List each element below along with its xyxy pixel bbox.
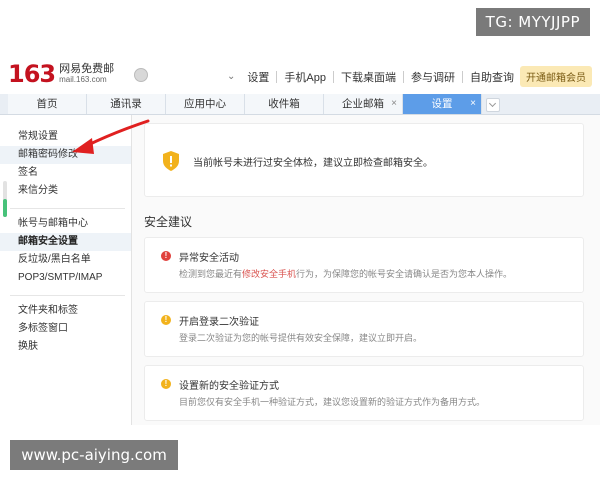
tab-dropdown-icon[interactable] [486, 98, 500, 112]
suggestion-desc-link[interactable]: 修改安全手机 [242, 269, 296, 279]
suggestion-title: 异常安全活动 [179, 253, 239, 264]
topnav-survey[interactable]: 参与调研 [411, 69, 455, 85]
suggestion-desc-text: 行为，为保障您的帐号安全请确认是否为您本人操作。 [296, 269, 513, 279]
suggestion-card-new-verification[interactable]: ! 设置新的安全验证方式 目前您仅有安全手机一种验证方式，建议您设置新的验证方式… [144, 365, 584, 421]
watermark-tg: TG: MYYJJPP [475, 8, 590, 36]
topnav-desktop-download[interactable]: 下载桌面端 [341, 69, 396, 85]
tab-contacts[interactable]: 通讯录 [87, 94, 166, 114]
divider [333, 70, 334, 83]
section-title: 安全建议 [144, 215, 193, 229]
tab-inbox[interactable]: 收件箱 [245, 94, 324, 114]
tab-app-center[interactable]: 应用中心 [166, 94, 245, 114]
exclamation-circle-yellow-icon: ! [161, 379, 171, 389]
close-icon[interactable]: × [470, 94, 476, 114]
chevron-down-icon[interactable]: ⌄ [227, 71, 235, 82]
logo-number: 163 [8, 60, 56, 88]
tab-label: 通讯录 [110, 98, 142, 110]
sidebar-item-anti-spam[interactable]: 反垃圾/黑白名单 [0, 251, 131, 269]
divider [403, 70, 404, 83]
tab-label: 企业邮箱 [342, 98, 384, 110]
sidebar-divider [10, 295, 125, 296]
sidebar-item-signature[interactable]: 签名 [0, 164, 131, 182]
tab-settings[interactable]: 设置 × [403, 94, 482, 114]
topnav-settings[interactable]: 设置 [247, 69, 269, 85]
divider [276, 70, 278, 83]
sidebar-item-folders-tags[interactable]: 文件夹和标签 [0, 302, 131, 320]
logo-cn: 网易免费邮 [59, 63, 115, 75]
main-content: 当前帐号未进行过安全体检，建议立即检查邮箱安全。 安全建议 ! 异常安全活动 检… [132, 115, 600, 425]
vip-button[interactable]: 开通邮箱会员 [520, 66, 592, 87]
logo[interactable]: 163 网易免费邮 mail.163.com [8, 60, 114, 88]
suggestion-title: 设置新的安全验证方式 [179, 381, 279, 392]
suggestion-desc: 检测到您最近有修改安全手机行为，为保障您的帐号安全请确认是否为您本人操作。 [179, 267, 512, 280]
tab-label: 收件箱 [268, 98, 300, 110]
tab-label: 首页 [36, 98, 58, 110]
top-nav: ⌄ 设置 手机App 下载桌面端 参与调研 自助查询 开通邮箱会员 [227, 66, 592, 87]
sidebar-item-security-settings[interactable]: 邮箱安全设置 [0, 233, 131, 251]
suggestion-desc: 目前您仅有安全手机一种验证方式，建议您设置新的验证方式作为备用方式。 [179, 397, 486, 407]
logo-text: 网易免费邮 mail.163.com [59, 63, 114, 85]
security-alert-text: 当前帐号未进行过安全体检，建议立即检查邮箱安全。 [193, 158, 433, 169]
topnav-self-service[interactable]: 自助查询 [470, 69, 514, 85]
suggestion-title: 开启登录二次验证 [179, 317, 259, 328]
close-icon[interactable]: × [391, 94, 397, 114]
sidebar: 常规设置 邮箱密码修改 签名 来信分类 帐号与邮箱中心 邮箱安全设置 反垃圾/黑… [0, 115, 132, 425]
sidebar-item-password-change[interactable]: 邮箱密码修改 [0, 146, 131, 164]
exclamation-circle-red-icon: ! [161, 251, 171, 261]
tab-home[interactable]: 首页 [8, 94, 87, 114]
tab-label: 应用中心 [184, 98, 226, 110]
watermark-site: www.pc-aiying.com [10, 440, 178, 470]
sidebar-item-multi-tab[interactable]: 多标签窗口 [0, 320, 131, 338]
suggestion-card-two-step[interactable]: ! 开启登录二次验证 登录二次验证为您的帐号提供有效安全保障，建议立即开启。 [144, 301, 584, 357]
sidebar-item-pop3-smtp-imap[interactable]: POP3/SMTP/IMAP [0, 269, 131, 287]
divider [462, 70, 463, 83]
header: 163 网易免费邮 mail.163.com ⌄ 设置 手机App 下载桌面端 … [0, 56, 600, 94]
suggestion-desc: 登录二次验证为您的帐号提供有效安全保障，建议立即开启。 [179, 333, 423, 343]
logo-domain: mail.163.com [59, 75, 107, 84]
suggestion-card-abnormal-activity[interactable]: ! 异常安全活动 检测到您最近有修改安全手机行为，为保障您的帐号安全请确认是否为… [144, 237, 584, 293]
exclamation-circle-yellow-icon: ! [161, 315, 171, 325]
sidebar-item-general-settings[interactable]: 常规设置 [0, 128, 131, 146]
topnav-mobile-app[interactable]: 手机App [284, 69, 326, 85]
sidebar-item-skin[interactable]: 换肤 [0, 338, 131, 356]
shield-icon [163, 151, 179, 171]
suggestion-desc-text: 检测到您最近有 [179, 269, 243, 279]
sidebar-item-mail-filter[interactable]: 来信分类 [0, 182, 131, 200]
sidebar-divider [10, 208, 125, 209]
avatar[interactable] [134, 68, 148, 82]
tab-bar: 首页 通讯录 应用中心 收件箱 企业邮箱 × 设置 × [0, 94, 600, 115]
security-alert-card: 当前帐号未进行过安全体检，建议立即检查邮箱安全。 [144, 123, 584, 197]
tab-label: 设置 [431, 98, 453, 110]
tab-enterprise-mail[interactable]: 企业邮箱 × [324, 94, 403, 114]
sidebar-item-account-center[interactable]: 帐号与邮箱中心 [0, 215, 131, 233]
